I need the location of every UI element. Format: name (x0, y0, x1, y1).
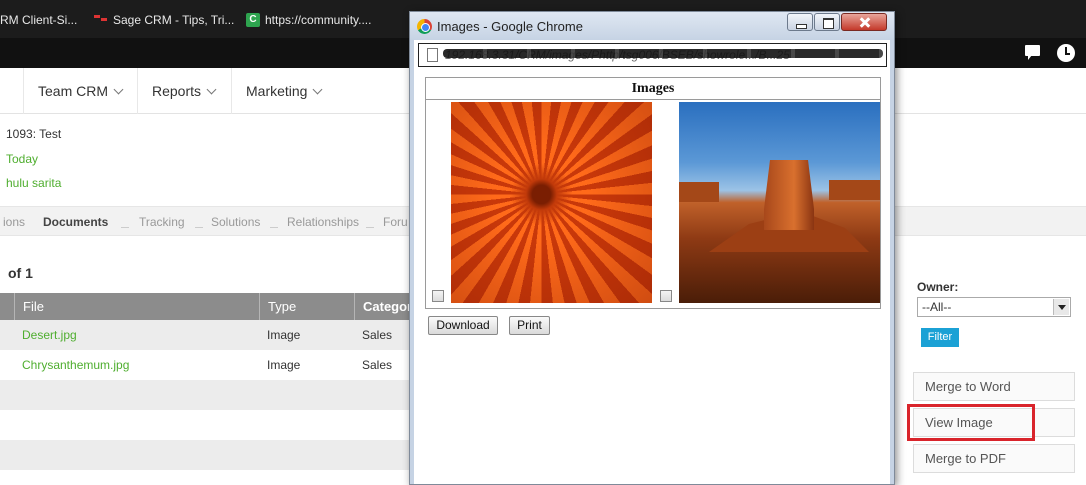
tab-solutions[interactable]: Solutions (211, 215, 260, 229)
bookmark-label: https://community.... (265, 13, 372, 27)
chrome-icon (417, 19, 432, 34)
tab-documents[interactable]: Documents (43, 215, 108, 229)
file-link[interactable]: Chrysanthemum.jpg (22, 350, 129, 380)
bookmark-crm-client[interactable]: RM Client-Si... (0, 11, 77, 29)
tab-separator (195, 227, 203, 228)
context-company-link[interactable]: Today (6, 152, 38, 166)
bookmark-label: RM Client-Si... (0, 13, 78, 27)
pager-text: of 1 (8, 265, 33, 281)
category-cell: Sales (362, 358, 393, 372)
merge-to-word-button[interactable]: Merge to Word (913, 372, 1075, 401)
table-row (0, 440, 410, 470)
tab-tracking[interactable]: Tracking (139, 215, 185, 229)
table-row (0, 410, 410, 440)
minimize-button[interactable] (787, 13, 813, 31)
image-checkbox[interactable] (660, 290, 672, 302)
type-cell: Image (267, 328, 301, 342)
dropdown-arrow-icon[interactable] (1053, 299, 1069, 315)
merge-to-pdf-button[interactable]: Merge to PDF (913, 444, 1075, 473)
popup-content: 192.168.3.31/CRM/images/Phttp/tsg006/BSE… (410, 40, 894, 484)
images-panel: Images (425, 77, 881, 309)
community-bookmark-icon: C (246, 13, 260, 27)
chevron-down-icon (206, 84, 217, 95)
category-cell: Sales (362, 328, 393, 342)
mesa-shape (764, 160, 814, 230)
tab-separator (121, 227, 129, 228)
clock-icon[interactable] (1057, 44, 1075, 62)
column-header-file[interactable]: File (14, 293, 260, 320)
table-row (0, 380, 410, 410)
bookmark-community[interactable]: C https://community.... (246, 11, 371, 29)
tab-relationships[interactable]: Relationships (287, 215, 359, 229)
sage-bookmark-icon (94, 13, 108, 27)
chevron-down-icon (313, 84, 323, 95)
images-panel-header: Images (426, 78, 880, 100)
tab-separator (366, 227, 374, 228)
download-button[interactable]: Download (428, 316, 498, 335)
close-button[interactable] (841, 13, 887, 31)
tab-separator (270, 227, 278, 228)
table-row: Desert.jpg Image Sales (0, 320, 410, 350)
nav-marketing[interactable]: Marketing (231, 68, 335, 114)
context-person-link[interactable]: hulu sarita (6, 176, 61, 190)
image-checkbox[interactable] (432, 290, 444, 302)
view-image-highlight (907, 404, 1035, 441)
table-row: Chrysanthemum.jpg Image Sales (0, 350, 410, 380)
bookmark-sage-crm-tips[interactable]: Sage CRM - Tips, Tri... (94, 11, 234, 29)
nav-label: Marketing (246, 83, 308, 99)
chrysanthemum-image[interactable] (451, 102, 652, 303)
images-popup-window: Images - Google Chrome 192.168.3.31/CRM/… (409, 11, 895, 485)
documents-table: File Type Categor Desert.jpg Image Sales… (0, 293, 412, 470)
chevron-down-icon (113, 84, 124, 95)
tab-forum[interactable]: Foru (383, 215, 408, 229)
type-cell: Image (267, 358, 301, 372)
table-header: File Type Categor (0, 293, 412, 320)
desert-image[interactable] (679, 102, 880, 303)
maximize-button[interactable] (814, 13, 840, 31)
address-bar[interactable]: 192.168.3.31/CRM/images/Phttp/tsg006/BSE… (418, 43, 887, 67)
butte-shape (829, 180, 880, 200)
page-icon (427, 48, 438, 62)
bookmark-label: Sage CRM - Tips, Tri... (113, 13, 235, 27)
owner-select-value: --All-- (922, 300, 952, 314)
nav-reports[interactable]: Reports (137, 68, 229, 114)
tab-communications[interactable]: ions (3, 215, 25, 229)
column-header-type[interactable]: Type (259, 293, 354, 320)
context-record-title: 1093: Test (6, 127, 62, 141)
popup-title: Images - Google Chrome (437, 19, 583, 34)
file-link[interactable]: Desert.jpg (22, 320, 77, 350)
owner-label: Owner: (917, 280, 959, 294)
owner-select[interactable]: --All-- (917, 297, 1071, 317)
nav-label: Reports (152, 83, 202, 99)
redaction-scribble (443, 49, 883, 58)
nav-team-crm[interactable]: Team CRM (23, 68, 136, 114)
butte-shape (679, 182, 719, 202)
popup-titlebar[interactable]: Images - Google Chrome (410, 12, 894, 40)
chat-icon[interactable] (1024, 44, 1042, 62)
column-header-category[interactable]: Categor (354, 293, 412, 320)
nav-label: Team CRM (38, 83, 109, 99)
filter-button[interactable]: Filter (921, 328, 959, 347)
print-button[interactable]: Print (509, 316, 550, 335)
